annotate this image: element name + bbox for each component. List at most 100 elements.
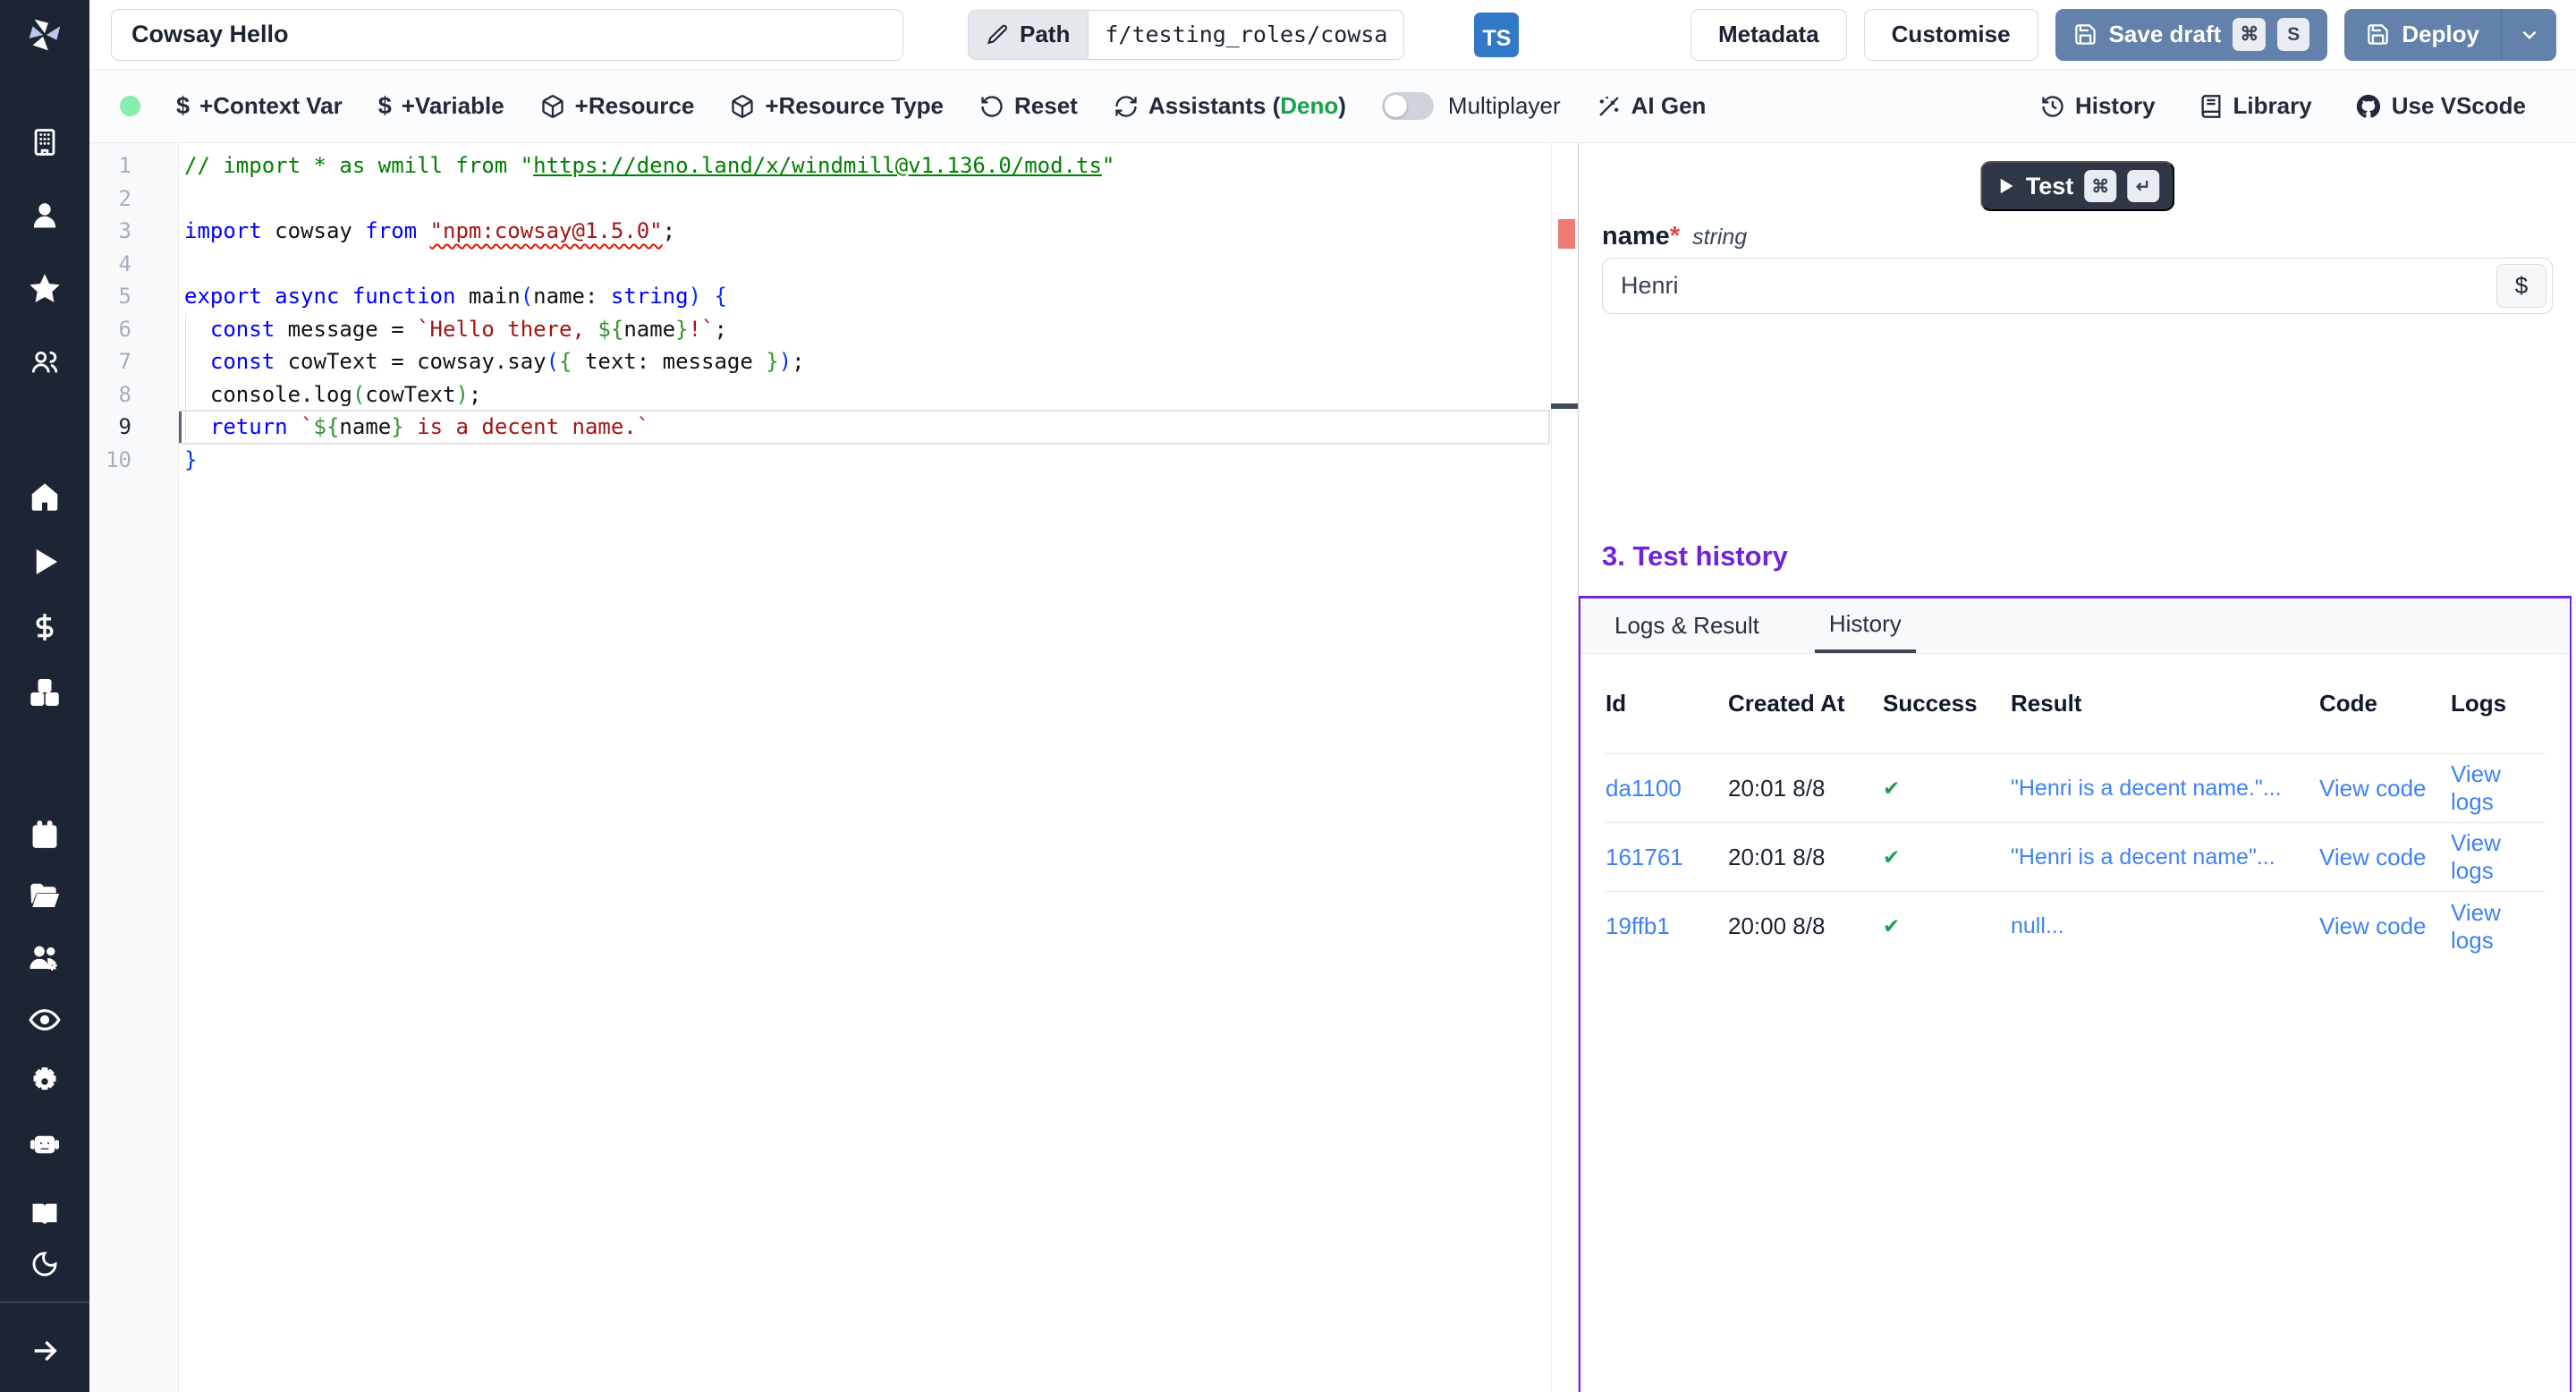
customise-button[interactable]: Customise [1864,9,2038,61]
sidebar-item-settings[interactable] [28,1050,62,1112]
deploy-button[interactable]: Deploy [2344,9,2501,61]
windmill-logo[interactable] [0,0,89,70]
sidebar-item-folders[interactable] [28,865,62,927]
history-button[interactable]: History [2040,92,2156,120]
test-button[interactable]: Test ⌘ ↵ [1980,161,2175,211]
sidebar-item-workers[interactable] [28,927,62,989]
table-row: da110020:01 8/8✔"Henri is a decent name.… [1606,754,2545,823]
result-link[interactable]: "Henri is a decent name."... [2011,776,2319,802]
use-vscode-label: Use VScode [2392,92,2526,120]
ai-gen-button[interactable]: AI Gen [1597,92,1707,120]
code-lines[interactable]: // import * as wmill from "https://deno.… [179,143,1550,1392]
path-value[interactable]: f/testing_roles/cowsa [1088,10,1404,60]
sidebar-group-bottom [30,1189,60,1289]
cursor-marker [1551,403,1578,409]
arrow-right-icon [30,1336,60,1366]
play-icon [30,547,60,577]
deploy-dropdown-button[interactable] [2501,9,2556,61]
col-header-created-at: Created At [1728,690,1883,717]
code-line[interactable]: export async function main(name: string)… [184,280,1550,313]
home-icon [29,480,61,513]
result-link[interactable]: "Henri is a decent name"... [2011,845,2319,870]
script-title-input[interactable] [111,9,903,61]
user-gear-icon [29,942,61,974]
view-logs-link[interactable]: View logs [2451,829,2545,885]
eye-icon [28,1003,62,1037]
view-code-link[interactable]: View code [2319,912,2451,940]
multiplayer-label: Multiplayer [1448,92,1561,120]
save-icon [2366,22,2390,47]
run-id-link[interactable]: da1100 [1606,775,1728,802]
package-icon [730,94,755,119]
sidebar-item-resources[interactable] [29,659,61,725]
typescript-badge: TS [1474,13,1519,57]
line-number: 2 [89,182,131,216]
test-history-heading: 3. Test history [1602,540,1788,573]
argument-input-wrap: $ [1602,258,2553,314]
view-code-link[interactable]: View code [2319,844,2451,871]
sidebar-item-expand[interactable] [30,1326,60,1376]
sidebar-item-docs[interactable] [30,1189,60,1239]
library-button[interactable]: Library [2199,92,2312,120]
code-editor[interactable]: 12345678910 // import * as wmill from "h… [89,143,1579,1392]
view-logs-link[interactable]: View logs [2451,760,2545,816]
add-resource-button[interactable]: +Resource [540,92,695,120]
history-table-body: da110020:01 8/8✔"Henri is a decent name.… [1606,754,2545,961]
metadata-button[interactable]: Metadata [1690,9,1847,61]
tab-history[interactable]: History [1815,598,1916,653]
code-line[interactable]: } [184,444,1550,477]
sidebar-item-variables[interactable] [29,594,61,659]
code-line[interactable]: console.log(cowText); [184,378,1550,412]
view-code-link[interactable]: View code [2319,775,2451,802]
sidebar-item-ai[interactable] [28,1112,62,1174]
line-number: 5 [89,280,131,313]
text-cursor [179,412,182,443]
run-id-link[interactable]: 19ffb1 [1606,912,1728,940]
book-icon [2199,94,2224,119]
reset-button[interactable]: Reset [979,92,1078,120]
sidebar-item-dark-mode[interactable] [30,1239,60,1289]
code-line[interactable]: const cowText = cowsay.say({ text: messa… [184,345,1550,378]
sidebar-item-groups[interactable] [29,326,61,399]
calendar-icon [30,819,60,850]
app-window: Path f/testing_roles/cowsa TS Metadata C… [0,0,2576,1392]
test-history-panel: Logs & Result History Id Created At Succ… [1579,596,2572,1392]
run-id-link[interactable]: 161761 [1606,844,1728,871]
history-icon [2040,94,2065,119]
code-line[interactable]: import cowsay from "npm:cowsay@1.5.0"; [184,215,1550,248]
code-line[interactable]: return `${name} is a decent name.` [184,411,1550,444]
variable-picker-button[interactable]: $ [2496,264,2546,308]
code-line[interactable]: const message = `Hello there, ${name}!`; [184,313,1550,346]
cubes-icon [29,676,61,709]
path-button[interactable]: Path [968,10,1088,60]
add-resource-label: +Resource [575,92,695,120]
tab-logs-result[interactable]: Logs & Result [1611,598,1763,653]
s-key-badge: S [2277,18,2309,51]
sidebar-item-workspace[interactable] [29,106,61,179]
dollar-icon [30,612,60,642]
github-icon [2355,93,2382,120]
sidebar-item-home[interactable] [29,463,61,529]
status-dot [120,96,140,116]
add-variable-button[interactable]: $ +Variable [378,92,504,120]
assistants-button[interactable]: Assistants (Deno) [1114,92,1346,120]
code-line[interactable]: // import * as wmill from "https://deno.… [184,149,1550,182]
add-resource-type-button[interactable]: +Resource Type [730,92,944,120]
moon-icon [30,1250,59,1278]
sidebar-item-audit-logs[interactable] [28,989,62,1050]
sidebar-item-schedules[interactable] [28,803,62,865]
test-history-tabs: Logs & Result History [1580,598,2570,654]
add-context-var-button[interactable]: $ +Context Var [176,92,343,120]
argument-input[interactable] [1602,258,2553,314]
result-link[interactable]: null... [2011,913,2319,939]
multiplayer-toggle[interactable] [1382,92,1434,120]
use-vscode-button[interactable]: Use VScode [2355,92,2526,120]
code-line[interactable] [184,182,1550,216]
view-logs-link[interactable]: View logs [2451,899,2545,955]
sidebar-group-workspace [29,106,61,399]
code-line[interactable] [184,248,1550,281]
sidebar-item-favorites[interactable] [29,252,61,326]
sidebar-item-runs[interactable] [29,529,61,594]
save-draft-button[interactable]: Save draft ⌘ S [2055,9,2328,61]
sidebar-item-user[interactable] [29,179,61,252]
